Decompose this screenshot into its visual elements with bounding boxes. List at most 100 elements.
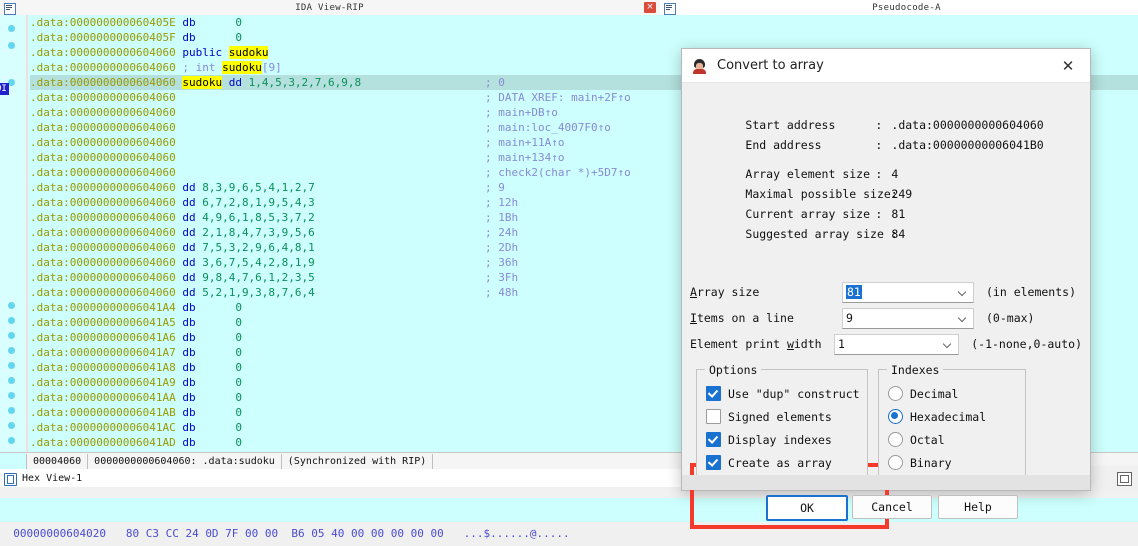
close-icon[interactable]: × — [644, 2, 656, 13]
row-address: .data:00000000006041A4 — [30, 301, 176, 314]
checkbox-label: Create as array — [728, 455, 832, 470]
checkbox-icon[interactable] — [706, 432, 721, 447]
checkbox-icon[interactable] — [706, 455, 721, 470]
items-on-a-line-value: 9 — [846, 311, 853, 325]
info-sep: : — [875, 138, 883, 152]
disassembly-row[interactable]: .data:000000000060405F db 0 — [30, 30, 1138, 45]
info-sep: : — [875, 118, 883, 132]
checkbox-signed-elements[interactable]: Signed elements — [706, 409, 832, 424]
field-label: Items on a line — [690, 311, 794, 325]
row-comment: ; main:loc_4007F0↑o — [485, 121, 611, 134]
close-icon[interactable]: ✕ — [1058, 56, 1078, 76]
gutter-marker — [8, 25, 15, 32]
info-sep: : — [875, 167, 883, 181]
row-comment: ; check2(char *)+5D7↑o — [485, 166, 631, 179]
cancel-button[interactable]: Cancel — [852, 495, 932, 519]
info-label: Suggested array size : — [745, 227, 898, 241]
checkbox-icon[interactable] — [706, 386, 721, 401]
options-group-title: Options — [705, 363, 762, 377]
info-value: .data:0000000000604060 — [891, 118, 1044, 132]
row-address: .data:00000000006041A6 — [30, 331, 176, 344]
gutter-marker — [8, 347, 15, 354]
info-row-start-address: Start address: .data:0000000000604060 — [690, 95, 1080, 132]
row-address: .data:0000000000604060 — [30, 196, 176, 209]
checkbox-display-indexes[interactable]: Display indexes — [706, 432, 832, 447]
hex-bytes-right: B6 05 40 00 00 00 00 00 — [291, 527, 444, 540]
row-address: .data:000000000060405F — [30, 31, 176, 44]
row-address: .data:0000000000604060 — [30, 121, 176, 134]
radio-octal[interactable]: Octal — [888, 432, 945, 447]
indexes-group-title: Indexes — [887, 363, 944, 377]
row-address: .data:0000000000604060 — [30, 61, 176, 74]
items-on-a-line-input[interactable]: 9 — [842, 307, 974, 329]
info-value: 249 — [891, 187, 913, 201]
gutter-marker — [8, 437, 15, 444]
help-button-label: Help — [964, 500, 992, 514]
field-hint: (in elements) — [986, 285, 1077, 299]
gutter-marker — [8, 42, 15, 49]
indexes-group: Indexes Decimal Hexadecimal Octal Binary — [878, 363, 1026, 489]
field-label: Element print width — [690, 337, 822, 351]
info-value: 4 — [891, 167, 899, 181]
array-size-input[interactable]: 81 — [842, 281, 974, 303]
row-address: .data:00000000006041A5 — [30, 316, 176, 329]
dialog-title-bar[interactable]: Convert to array ✕ — [682, 49, 1090, 83]
row-comment: ; 36h — [485, 256, 519, 269]
checkbox-create-as-array[interactable]: Create as array — [706, 455, 832, 470]
info-sep: : — [875, 207, 883, 221]
gutter-marker — [8, 407, 15, 414]
row-comment: ; 3Fh — [485, 271, 519, 284]
radio-binary[interactable]: Binary — [888, 455, 952, 470]
tab-ida-view-rip[interactable]: IDA View-RIP × — [0, 0, 660, 16]
gutter-marker — [8, 392, 15, 399]
row-comment: ; 48h — [485, 286, 519, 299]
element-print-width-input[interactable]: 1 — [834, 333, 960, 355]
maximize-icon[interactable] — [1117, 472, 1132, 486]
radio-decimal[interactable]: Decimal — [888, 386, 958, 401]
info-label: Start address — [745, 118, 836, 132]
radio-icon[interactable] — [888, 386, 903, 401]
register-marker: OI — [0, 83, 9, 95]
info-label: Current array size — [745, 207, 871, 221]
info-label: Array element size — [745, 167, 871, 181]
chevron-down-icon[interactable] — [944, 341, 951, 348]
dialog-footer-strip — [682, 475, 1090, 490]
dialog-info-block: Start address: .data:0000000000604060 End… — [690, 95, 1080, 241]
info-value: 81 — [891, 207, 906, 221]
radio-icon[interactable] — [888, 409, 903, 424]
gutter-marker — [8, 422, 15, 429]
row-comment: ; DATA XREF: main+2F↑o — [485, 91, 631, 104]
radio-hexadecimal[interactable]: Hexadecimal — [888, 409, 986, 424]
ida-logo-icon — [691, 57, 709, 75]
hex-ascii: ...$......@..... — [463, 527, 570, 540]
field-hint: (0-max) — [986, 311, 1035, 325]
checkbox-use-dup-construct[interactable]: Use "dup" construct — [706, 386, 860, 401]
radio-icon[interactable] — [888, 432, 903, 447]
row-comment: ; 12h — [485, 196, 519, 209]
convert-to-array-dialog[interactable]: Convert to array ✕ Start address: .data:0… — [681, 48, 1091, 529]
dialog-title: Convert to array — [717, 58, 824, 73]
radio-label: Decimal — [910, 386, 959, 401]
row-comment: ; 0 — [485, 76, 505, 89]
row-comment: ; 9 — [485, 181, 505, 194]
editor-tab-bar: IDA View-RIP × Pseudocode-A — [0, 0, 1138, 16]
row-address: .data:00000000006041AD — [30, 436, 176, 449]
radio-label: Hexadecimal — [910, 409, 987, 424]
row-address: .data:0000000000604060 — [30, 166, 176, 179]
ok-button[interactable]: OK — [766, 495, 848, 521]
field-element-print-width: Element print width 1 (-1-none,0-auto) — [690, 331, 1082, 357]
navigation-gutter[interactable]: OI — [0, 15, 26, 452]
disassembly-row[interactable]: .data:000000000060405E db 0 — [30, 15, 1138, 30]
checkbox-icon[interactable] — [706, 409, 721, 424]
radio-icon[interactable] — [888, 455, 903, 470]
info-value: 84 — [891, 227, 906, 241]
help-button[interactable]: Help — [938, 495, 1018, 519]
field-hint: (-1-none,0-auto) — [971, 337, 1082, 351]
chevron-down-icon[interactable] — [959, 289, 966, 296]
chevron-down-icon[interactable] — [959, 315, 966, 322]
hex-view-label: Hex View-1 — [22, 472, 83, 484]
row-address: .data:0000000000604060 — [30, 256, 176, 269]
row-comment: ; 2Dh — [485, 241, 519, 254]
tab-pseudocode-a[interactable]: Pseudocode-A — [660, 0, 1138, 15]
row-comment: ; main+11A↑o — [485, 136, 565, 149]
